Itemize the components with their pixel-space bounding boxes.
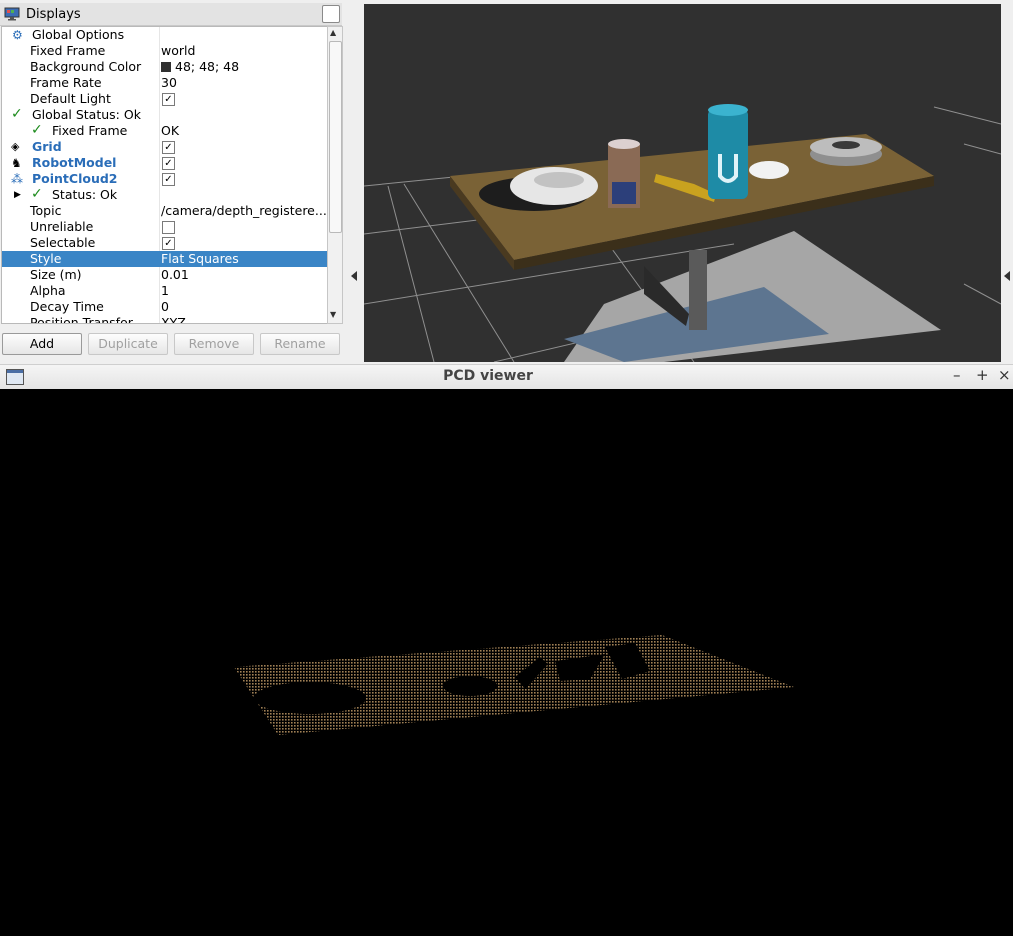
row-label: Style [30,251,62,266]
point-cloud-graphic[interactable] [0,389,1013,933]
row-label: Size (m) [30,267,82,282]
row-label: RobotModel [32,155,117,170]
scroll-up-arrow-icon[interactable]: ▲ [330,28,336,37]
rviz-window: Displays ⚙ Global Options Fixed Frame wo… [0,0,1013,364]
row-label: Decay Time [30,299,104,314]
pcd-render-view[interactable] [0,389,1013,933]
row-label: Fixed Frame [30,43,106,58]
tree-row-robot-model[interactable]: ♞ RobotModel ✓ [2,155,328,171]
pointcloud2-enabled-checkbox[interactable]: ✓ [162,173,175,186]
tree-row-global-status[interactable]: ✓ Global Status: Ok [2,106,328,123]
left-splitter[interactable] [345,3,363,363]
style-value[interactable]: Flat Squares [161,251,326,267]
duplicate-button[interactable]: Duplicate [88,333,168,355]
check-icon: ✓ [31,122,43,138]
tree-row-pointcloud2[interactable]: ⁂ PointCloud2 ✓ [2,171,328,187]
size-value[interactable]: 0.01 [161,267,326,283]
displays-tree[interactable]: ⚙ Global Options Fixed Frame world Backg… [1,26,329,324]
tree-row-fixed-frame[interactable]: Fixed Frame world [2,43,328,59]
pcd-viewer-title: PCD viewer [443,368,533,384]
undock-button[interactable] [322,5,340,23]
tree-row-default-light[interactable]: Default Light ✓ [2,91,328,107]
collapse-left-arrow-icon[interactable] [351,271,357,281]
color-swatch [161,62,171,72]
scrollbar-thumb[interactable] [329,41,342,233]
robot-model-enabled-checkbox[interactable]: ✓ [162,157,175,170]
tree-row-topic[interactable]: Topic /camera/depth_registere... [2,203,328,219]
3d-scene-graphic[interactable] [364,4,1001,362]
displays-scrollbar[interactable]: ▲ ▼ [327,26,343,324]
row-label: Grid [32,139,62,154]
tree-row-global-options[interactable]: ⚙ Global Options [2,27,328,43]
tree-row-alpha[interactable]: Alpha 1 [2,283,328,299]
frame-rate-value[interactable]: 30 [161,75,326,91]
row-label: Background Color [30,59,142,74]
row-label: Frame Rate [30,75,102,90]
maximize-button[interactable]: + [976,366,989,384]
row-label: Fixed Frame [52,123,128,138]
check-icon: ✓ [31,186,43,202]
robot-icon: ♞ [11,156,22,170]
background-color-text: 48; 48; 48 [175,59,240,74]
gear-icon: ⚙ [12,28,23,42]
row-label: PointCloud2 [32,171,118,186]
position-transformer-value[interactable]: XYZ [161,315,326,323]
unreliable-checkbox[interactable] [162,221,175,234]
scroll-down-arrow-icon[interactable]: ▼ [330,310,336,319]
remove-button[interactable]: Remove [174,333,254,355]
displays-panel-header: Displays [0,3,342,26]
pcd-viewer-titlebar[interactable]: PCD viewer – + × [0,364,1013,390]
row-label: Unreliable [30,219,94,234]
tree-row-grid[interactable]: ◈ Grid ✓ [2,139,328,155]
rename-button[interactable]: Rename [260,333,340,355]
decay-time-value[interactable]: 0 [161,299,326,315]
tree-row-pointcloud-status[interactable]: ▶ ✓ Status: Ok [2,186,328,203]
check-icon: ✓ [11,106,23,122]
expand-arrow-icon[interactable]: ▶ [14,187,21,203]
tree-row-frame-rate[interactable]: Frame Rate 30 [2,75,328,91]
tree-row-position-transformer[interactable]: Position Transfor... XYZ [2,315,328,324]
background-color-value[interactable]: 48; 48; 48 [161,59,326,75]
topic-value[interactable]: /camera/depth_registere... [161,203,326,219]
displays-title: Displays [26,7,81,22]
tree-row-size[interactable]: Size (m) 0.01 [2,267,328,283]
fixed-frame-value[interactable]: world [161,43,326,59]
tree-row-style[interactable]: Style Flat Squares [2,251,328,267]
tree-row-fixed-frame-status[interactable]: ✓ Fixed Frame OK [2,122,328,139]
row-label: Status: Ok [52,187,118,202]
row-label: Topic [30,203,62,218]
grid-enabled-checkbox[interactable]: ✓ [162,141,175,154]
row-label: Alpha [30,283,66,298]
fixed-frame-status-value: OK [161,123,180,138]
tree-row-background-color[interactable]: Background Color 48; 48; 48 [2,59,328,75]
alpha-value[interactable]: 1 [161,283,326,299]
3d-render-view[interactable] [364,4,1001,362]
default-light-checkbox[interactable]: ✓ [162,93,175,106]
tree-row-unreliable[interactable]: Unreliable [2,219,328,235]
row-label: Selectable [30,235,96,250]
grid-icon: ◈ [11,140,20,153]
collapse-right-arrow-icon[interactable] [1004,271,1010,281]
row-label: Global Options [32,27,125,42]
tree-row-decay-time[interactable]: Decay Time 0 [2,299,328,315]
right-splitter[interactable] [1001,3,1013,363]
pointcloud-icon: ⁂ [11,172,23,186]
add-button[interactable]: Add [2,333,82,355]
row-label: Position Transfor... [30,315,144,324]
row-label: Default Light [30,91,111,106]
minimize-button[interactable]: – [953,366,961,384]
monitor-icon [4,7,20,21]
row-label: Global Status: Ok [32,107,141,122]
tree-row-selectable[interactable]: Selectable ✓ [2,235,328,251]
selectable-checkbox[interactable]: ✓ [162,237,175,250]
close-button[interactable]: × [998,366,1011,384]
